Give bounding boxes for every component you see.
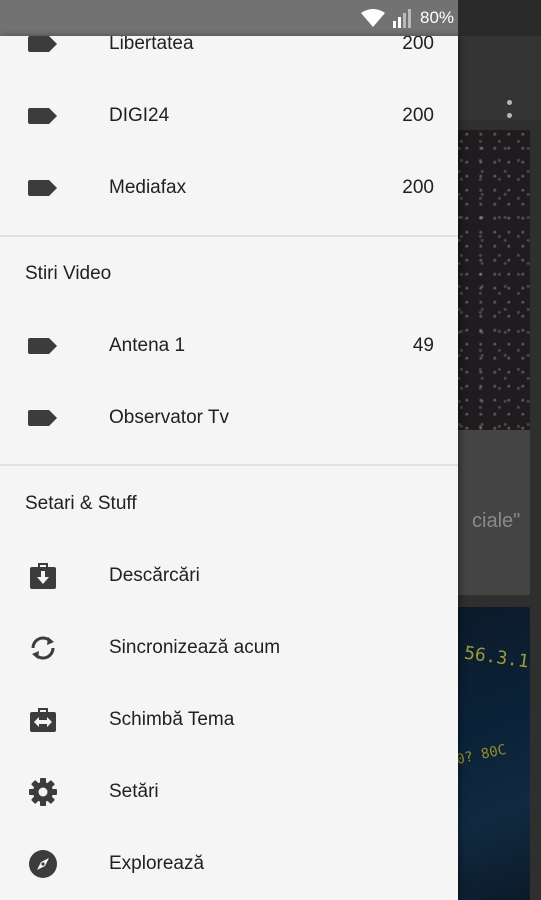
section-header-video: Stiri Video [25,263,112,284]
article-image [450,130,530,430]
drawer-item-downloads[interactable]: Descărcări [0,540,458,612]
article-image-text: 56.3.1 [462,642,530,673]
unread-count: 49 [412,335,434,356]
wifi-icon [361,9,385,27]
compass-icon [26,847,60,881]
unread-count: 200 [402,36,434,54]
download-icon [26,559,60,593]
unread-count: 200 [402,177,434,198]
drawer-item-label: Mediafax [109,177,187,198]
status-icons: 80% [360,0,454,36]
signal-icon [393,9,411,28]
label-icon [26,401,60,435]
gear-icon [26,775,60,809]
theme-swap-icon [26,703,60,737]
divider [0,235,458,237]
drawer-item-antena-1[interactable]: Antena 1 49 [0,310,458,382]
drawer-item-label: Observator Tv [109,407,230,428]
label-icon [26,329,60,363]
drawer-item-explore[interactable]: Explorează [0,828,458,900]
label-icon [26,171,60,205]
drawer-item-settings[interactable]: Setări [0,756,458,828]
drawer-item-observator-tv[interactable]: Observator Tv [0,382,458,454]
drawer-item-label: Libertatea [109,36,194,54]
article-card[interactable]: ciale" [450,130,530,595]
drawer-item-sync-now[interactable]: Sincronizează acum [0,612,458,684]
drawer-item-label: Sincronizează acum [109,637,281,658]
article-card[interactable]: 56.3.1 0? 80C [450,607,530,900]
drawer-item-change-theme[interactable]: Schimbă Tema [0,684,458,756]
label-icon [26,99,60,133]
drawer-item-label: DIGI24 [109,105,170,126]
label-icon [26,36,60,61]
drawer-item-digi24[interactable]: DIGI24 200 [0,80,458,152]
drawer-item-label: Antena 1 [109,335,186,356]
unread-count: 200 [402,105,434,126]
drawer-item-label: Setări [109,781,159,802]
article-title: ciale" [472,510,521,532]
drawer-item-label: Schimbă Tema [109,709,235,730]
drawer-item-label: Descărcări [109,565,200,586]
battery-level: 80% [420,8,455,27]
navigation-drawer: Libertatea 200 DIGI24 200 Mediafax 200 S… [0,36,458,900]
drawer-item-label: Explorează [109,853,205,874]
drawer-item-mediafax[interactable]: Mediafax 200 [0,152,458,224]
divider [0,464,458,466]
sync-icon [26,631,60,665]
section-header-settings: Setari & Stuff [25,493,137,514]
article-image-text: 0? 80C [454,741,508,769]
status-bar-overlay [458,0,541,36]
drawer-item-libertatea[interactable]: Libertatea 200 [0,36,458,80]
